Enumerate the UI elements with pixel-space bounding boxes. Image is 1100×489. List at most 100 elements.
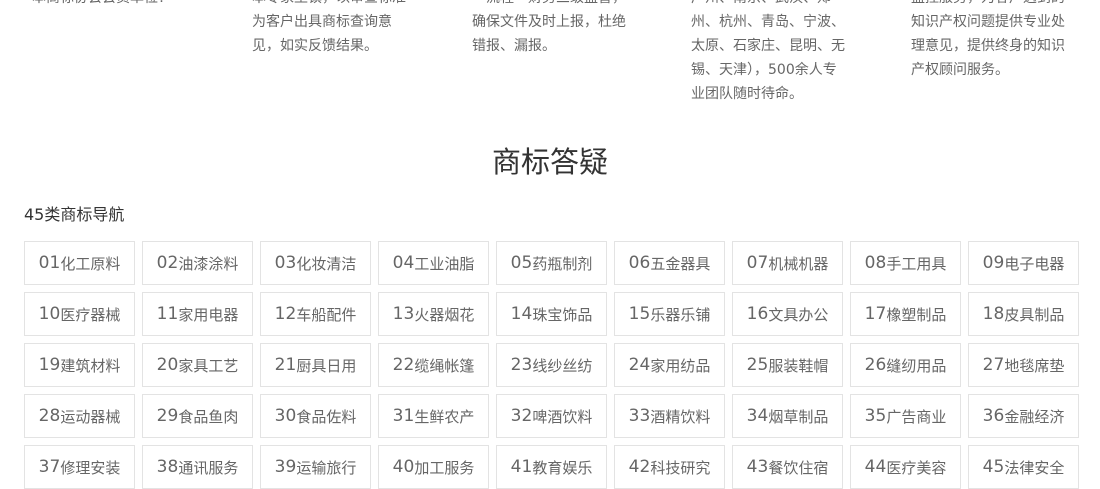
category-number: 02 [156,253,179,273]
category-name: 皮具制品 [1004,305,1065,324]
category-link-21[interactable]: 21 厨具日用 [260,343,371,387]
category-link-44[interactable]: 44 医疗美容 [850,445,961,489]
category-number: 30 [274,406,297,426]
category-link-17[interactable]: 17 橡塑制品 [850,292,961,336]
category-name: 手工用具 [886,254,947,273]
category-number: 05 [510,253,533,273]
category-link-20[interactable]: 20 家具工艺 [142,343,253,387]
category-number: 11 [156,304,179,324]
category-number: 04 [392,253,415,273]
category-link-29[interactable]: 29 食品鱼肉 [142,394,253,438]
category-link-18[interactable]: 18 皮具制品 [968,292,1079,336]
category-name: 地毯席垫 [1004,356,1065,375]
category-number: 15 [628,304,651,324]
category-link-13[interactable]: 13 火器烟花 [378,292,489,336]
category-link-35[interactable]: 35 广告商业 [850,394,961,438]
category-number: 45 [982,457,1005,477]
category-link-10[interactable]: 10 医疗器械 [24,292,135,336]
category-number: 41 [510,457,533,477]
category-number: 23 [510,355,533,375]
category-number: 22 [392,355,415,375]
category-name: 教育娱乐 [532,458,593,477]
category-link-42[interactable]: 42 科技研究 [614,445,725,489]
category-link-01[interactable]: 01 化工原料 [24,241,135,285]
category-link-28[interactable]: 28 运动器械 [24,394,135,438]
category-name: 酒精饮料 [650,407,711,426]
category-number: 19 [38,355,61,375]
category-link-22[interactable]: 22 缆绳帐篷 [378,343,489,387]
category-link-41[interactable]: 41 教育娱乐 [496,445,607,489]
feature-item: 广州、南京、武汉、郑 州、杭州、青岛、宁波、 太原、石家庄、昆明、无 锡、天津）… [691,0,871,106]
category-name: 金融经济 [1004,407,1065,426]
category-link-45[interactable]: 45 法律安全 [968,445,1079,489]
category-link-06[interactable]: 06 五金器具 [614,241,725,285]
category-link-33[interactable]: 33 酒精饮料 [614,394,725,438]
category-link-27[interactable]: 27 地毯席垫 [968,343,1079,387]
category-number: 01 [38,253,61,273]
category-name: 乐器乐铺 [650,305,711,324]
category-number: 24 [628,355,651,375]
category-number: 36 [982,406,1005,426]
page: 本商标协会会员单位！ 本专家坐镇，以审查标准 为客户出具商标查询意 见，如实反馈… [0,0,1100,489]
category-name: 运输旅行 [296,458,357,477]
category-name: 科技研究 [650,458,711,477]
category-link-36[interactable]: 36 金融经济 [968,394,1079,438]
category-number: 40 [392,457,415,477]
category-name: 烟草制品 [768,407,829,426]
category-name: 啤酒饮料 [532,407,593,426]
category-link-14[interactable]: 14 珠宝饰品 [496,292,607,336]
category-link-05[interactable]: 05 药瓶制剂 [496,241,607,285]
category-name: 家用纺品 [650,356,711,375]
category-number: 10 [38,304,61,324]
category-number: 14 [510,304,533,324]
category-name: 食品鱼肉 [178,407,239,426]
category-name: 广告商业 [886,407,947,426]
category-link-15[interactable]: 15 乐器乐铺 [614,292,725,336]
category-name: 生鲜农产 [414,407,475,426]
category-link-02[interactable]: 02 油漆涂料 [142,241,253,285]
category-name: 橡塑制品 [886,305,947,324]
category-link-38[interactable]: 38 通讯服务 [142,445,253,489]
category-link-09[interactable]: 09 电子电器 [968,241,1079,285]
category-link-23[interactable]: 23 线纱丝纺 [496,343,607,387]
category-link-24[interactable]: 24 家用纺品 [614,343,725,387]
category-link-04[interactable]: 04 工业油脂 [378,241,489,285]
feature-item: 一流程一财务三级监督， 确保文件及时上报，杜绝 错报、漏报。 [472,0,652,58]
category-link-40[interactable]: 40 加工服务 [378,445,489,489]
category-number: 37 [38,457,61,477]
feature-text-line: 州、杭州、青岛、宁波、 [691,14,845,30]
feature-item: 本商标协会会员单位！ [32,0,212,10]
category-link-32[interactable]: 32 啤酒饮料 [496,394,607,438]
feature-text-line: 错报、漏报。 [472,38,556,54]
category-link-30[interactable]: 30 食品佐料 [260,394,371,438]
category-link-39[interactable]: 39 运输旅行 [260,445,371,489]
category-number: 43 [746,457,769,477]
category-link-34[interactable]: 34 烟草制品 [732,394,843,438]
category-number: 31 [392,406,415,426]
category-name: 化工原料 [60,254,121,273]
category-link-25[interactable]: 25 服装鞋帽 [732,343,843,387]
category-name: 运动器械 [60,407,121,426]
category-link-07[interactable]: 07 机械机器 [732,241,843,285]
category-link-16[interactable]: 16 文具办公 [732,292,843,336]
category-nav-title: 45类商标导航 [24,205,125,224]
feature-text-line: 监控服务，为客户遇到的 [911,0,1091,10]
category-link-43[interactable]: 43 餐饮住宿 [732,445,843,489]
category-link-19[interactable]: 19 建筑材料 [24,343,135,387]
category-name: 建筑材料 [60,356,121,375]
category-link-11[interactable]: 11 家用电器 [142,292,253,336]
category-link-03[interactable]: 03 化妆清洁 [260,241,371,285]
feature-text-line: 知识产权问题提供专业处 [911,14,1065,30]
category-link-08[interactable]: 08 手工用具 [850,241,961,285]
category-link-31[interactable]: 31 生鲜农产 [378,394,489,438]
feature-text-line: 本专家坐镇，以审查标准 [252,0,432,10]
category-name: 家具工艺 [178,356,239,375]
category-name: 家用电器 [178,305,239,324]
category-link-12[interactable]: 12 车船配件 [260,292,371,336]
category-number: 26 [864,355,887,375]
category-name: 机械机器 [768,254,829,273]
category-link-26[interactable]: 26 缝纫用品 [850,343,961,387]
category-number: 09 [982,253,1005,273]
category-name: 修理安装 [60,458,121,477]
category-link-37[interactable]: 37 修理安装 [24,445,135,489]
